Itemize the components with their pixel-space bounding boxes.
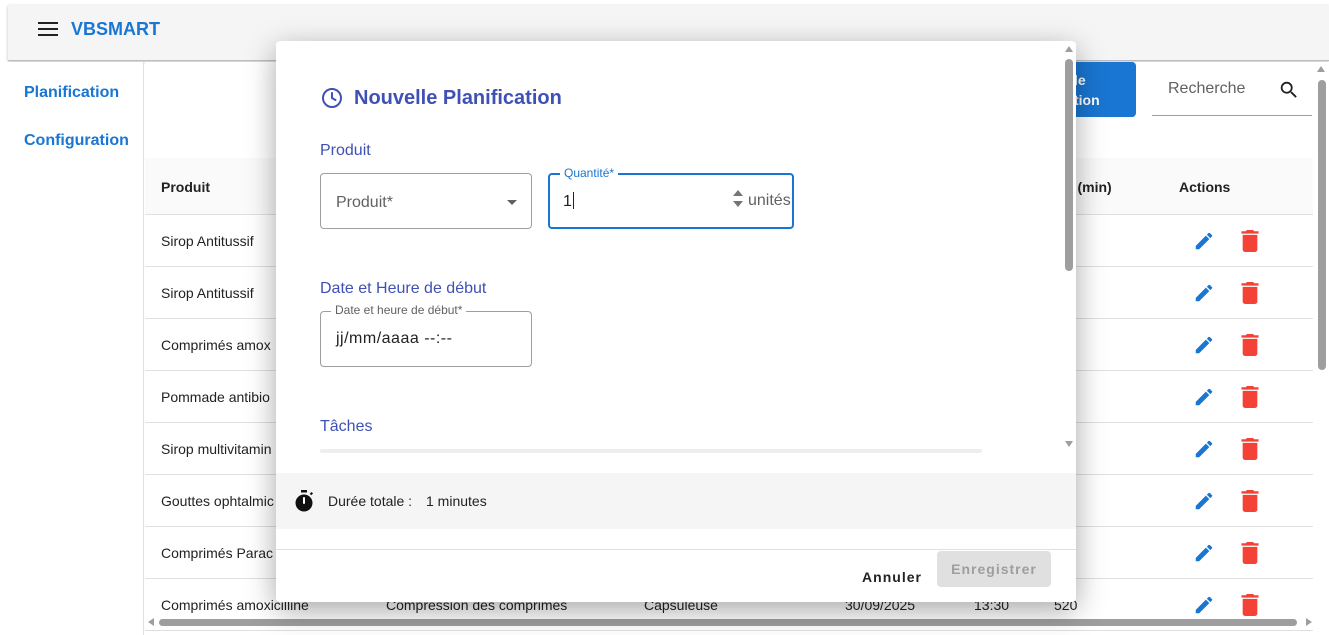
produit-section-label: Produit (320, 142, 371, 159)
search-input[interactable] (1152, 72, 1272, 106)
sidebar-item-configuration[interactable]: Configuration (24, 132, 129, 150)
date-input[interactable]: jj/mm/aaaa --:-- (336, 330, 452, 348)
scroll-left-arrow-icon[interactable] (148, 618, 154, 626)
edit-icon[interactable] (1193, 230, 1215, 252)
edit-icon[interactable] (1193, 334, 1215, 356)
stepper-down-icon[interactable] (733, 201, 743, 207)
dropdown-arrow-icon (507, 200, 517, 205)
cell-produit: Comprimés Parac (161, 545, 274, 561)
delete-icon[interactable] (1241, 282, 1259, 304)
dialog-footer: Annuler Enregistrer (276, 549, 1076, 602)
dialog-title-text: Nouvelle Planification (354, 86, 562, 109)
column-header-actions: Actions (1179, 179, 1231, 195)
cancel-button[interactable]: Annuler (854, 559, 930, 595)
delete-icon[interactable] (1241, 542, 1259, 564)
search-icon[interactable] (1278, 79, 1300, 101)
dialog-title: Nouvelle Planification (320, 86, 562, 110)
sidebar: Planification Configuration (0, 62, 144, 635)
cell-produit: Pommade antibio (161, 389, 270, 405)
app-title: VBSMART (71, 19, 160, 39)
search-box (1152, 66, 1312, 116)
date-label: Date et heure de début* (331, 303, 467, 317)
edit-icon[interactable] (1193, 282, 1215, 304)
cell-produit: Sirop multivitamin (161, 441, 272, 457)
new-button-label-line2: tion (1074, 92, 1100, 108)
delete-icon[interactable] (1241, 438, 1259, 460)
new-button-label-line1: le (1074, 72, 1086, 88)
scroll-down-arrow-icon[interactable] (1065, 441, 1073, 447)
cell-produit: Comprimés amox (161, 337, 271, 353)
stopwatch-icon (295, 490, 314, 512)
delete-icon[interactable] (1241, 334, 1259, 356)
dialog-scrollbar[interactable] (1062, 41, 1076, 471)
quantite-unit: unités (748, 192, 791, 209)
delete-icon[interactable] (1241, 594, 1259, 616)
date-section-label: Date et Heure de début (320, 280, 487, 297)
column-header-produit[interactable]: Produit (161, 179, 210, 195)
taches-section-label: Tâches (320, 418, 373, 435)
quantite-label: Quantité* (560, 166, 619, 180)
clock-icon (322, 88, 342, 108)
scroll-right-arrow-icon[interactable] (1306, 618, 1312, 626)
date-field[interactable]: Date et heure de début* jj/mm/aaaa --:-- (320, 303, 532, 367)
taches-divider (320, 449, 982, 453)
stepper-up-icon[interactable] (733, 190, 743, 196)
new-planification-dialog: Nouvelle Planification Produit Produit* … (276, 41, 1076, 602)
text-caret (572, 192, 574, 209)
scrollbar-thumb[interactable] (1318, 80, 1326, 370)
scrollbar-thumb[interactable] (159, 619, 1297, 626)
edit-icon[interactable] (1193, 490, 1215, 512)
quantite-stepper[interactable] (733, 190, 743, 212)
produit-select[interactable]: Produit* (320, 173, 532, 229)
scrollbar-thumb[interactable] (1065, 59, 1073, 271)
delete-icon[interactable] (1241, 386, 1259, 408)
page-horizontal-scrollbar[interactable] (145, 615, 1315, 629)
cell-produit: Sirop Antitussif (161, 233, 254, 249)
cell-produit: Sirop Antitussif (161, 285, 254, 301)
edit-icon[interactable] (1193, 594, 1215, 616)
edit-icon[interactable] (1193, 438, 1215, 460)
total-duration-label: Durée totale : (328, 493, 413, 509)
hamburger-menu-icon[interactable] (38, 22, 58, 36)
edit-icon[interactable] (1193, 386, 1215, 408)
page-vertical-scrollbar[interactable] (1314, 62, 1329, 622)
edit-icon[interactable] (1193, 542, 1215, 564)
sidebar-item-planification[interactable]: Planification (24, 84, 119, 102)
cell-produit: Gouttes ophtalmic (161, 493, 274, 509)
produit-select-placeholder: Produit* (336, 194, 393, 211)
total-duration-value: 1 minutes (426, 493, 487, 509)
scroll-up-arrow-icon[interactable] (1317, 66, 1325, 72)
quantite-input[interactable]: 1 (563, 192, 574, 211)
delete-icon[interactable] (1241, 490, 1259, 512)
quantite-field[interactable]: Quantité* 1 unités (548, 166, 794, 229)
total-duration-bar: Durée totale : 1 minutes (276, 473, 1076, 529)
scroll-up-arrow-icon[interactable] (1065, 46, 1073, 52)
save-button[interactable]: Enregistrer (937, 551, 1051, 587)
quantite-value: 1 (563, 193, 572, 210)
delete-icon[interactable] (1241, 230, 1259, 252)
